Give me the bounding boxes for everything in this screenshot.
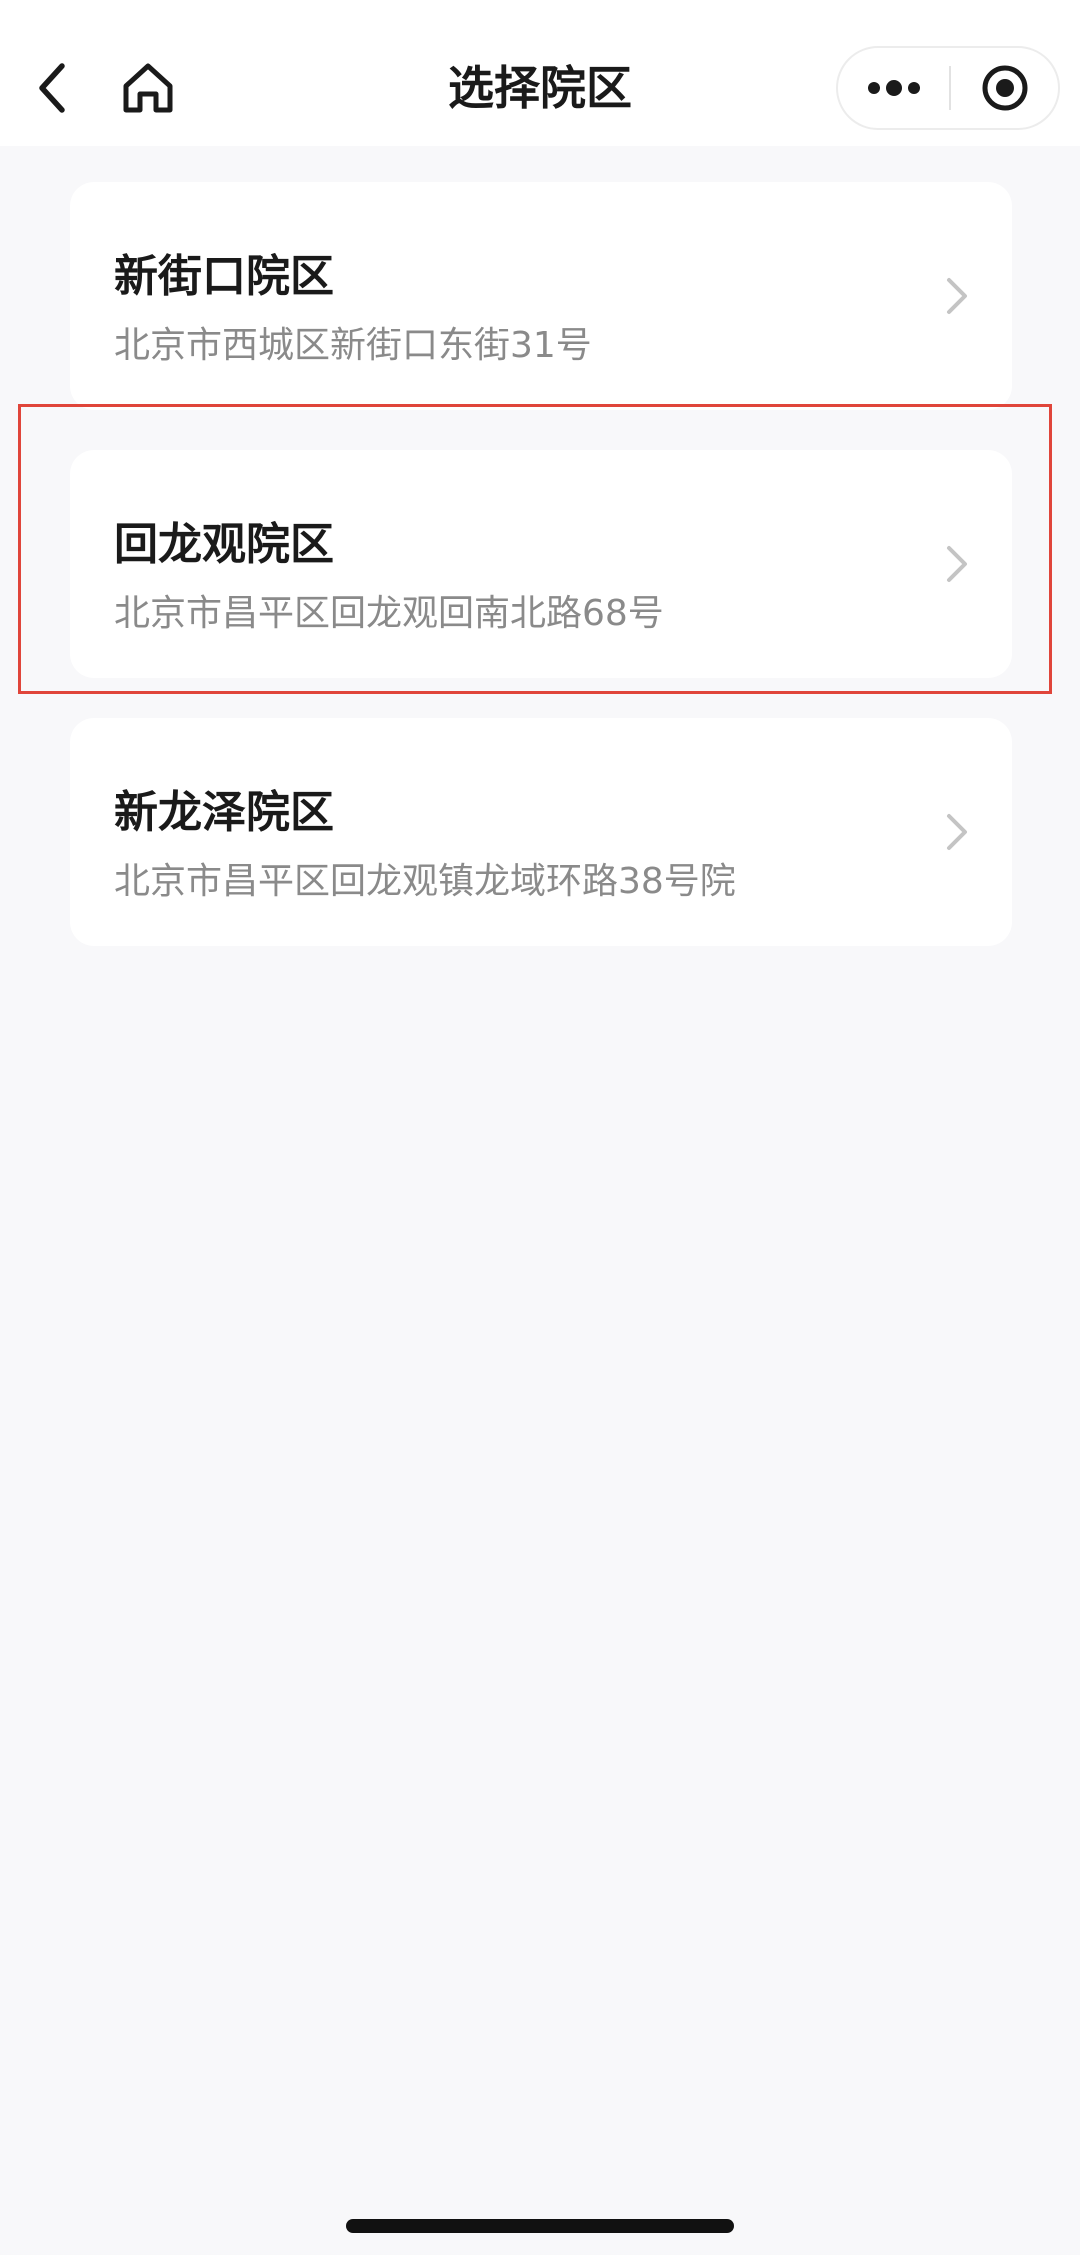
home-indicator[interactable] (346, 2219, 734, 2233)
menu-capsule (836, 46, 1060, 130)
chevron-left-icon (39, 63, 65, 113)
home-icon (123, 63, 173, 113)
navigation-bar: 选择院区 (0, 0, 1080, 146)
more-button[interactable] (838, 48, 949, 128)
campus-name: 新龙泽院区 (114, 787, 334, 838)
campus-card-xinjiekou[interactable]: 新街口院区 北京市西城区新街口东街31号 (70, 182, 1012, 410)
campus-name: 回龙观院区 (114, 519, 334, 570)
chevron-right-icon (942, 810, 972, 854)
campus-address: 北京市昌平区回龙观镇龙域环路38号院 (114, 861, 736, 902)
back-button[interactable] (22, 52, 82, 124)
target-circle-icon (982, 65, 1027, 111)
home-button[interactable] (112, 52, 184, 124)
campus-name: 新街口院区 (114, 251, 334, 302)
more-dots-icon (867, 80, 920, 96)
chevron-right-icon (942, 542, 972, 586)
campus-card-xinlongze[interactable]: 新龙泽院区 北京市昌平区回龙观镇龙域环路38号院 (70, 718, 1012, 946)
chevron-right-icon (942, 274, 972, 318)
campus-address: 北京市昌平区回龙观回南北路68号 (114, 593, 664, 634)
close-miniprogram-button[interactable] (951, 48, 1058, 128)
page-title: 选择院区 (448, 61, 632, 115)
campus-address: 北京市西城区新街口东街31号 (114, 325, 592, 366)
campus-card-huilongguan[interactable]: 回龙观院区 北京市昌平区回龙观回南北路68号 (70, 450, 1012, 678)
